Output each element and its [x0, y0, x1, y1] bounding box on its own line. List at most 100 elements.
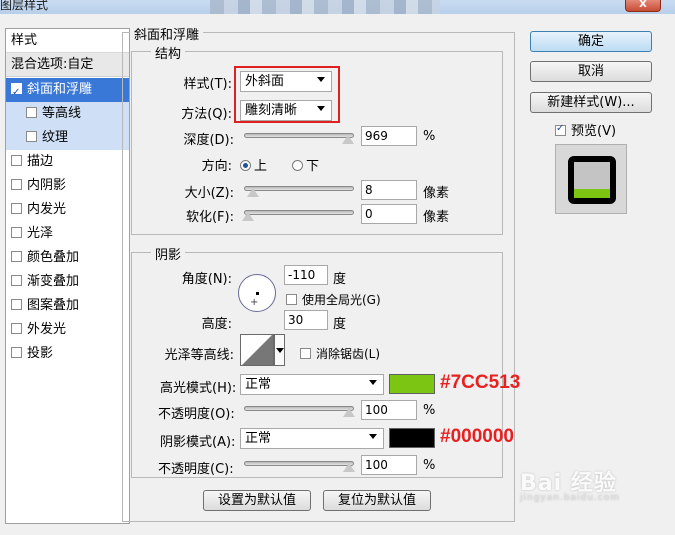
style-preview — [555, 144, 627, 214]
opacity2-label: 不透明度(C): — [158, 462, 234, 477]
depth-slider[interactable] — [244, 133, 354, 138]
style-list: 样式 混合选项:自定 斜面和浮雕 等高线 纹理 描边 内阴影 内发光 光泽 颜色… — [5, 28, 130, 524]
style-item-pattern-overlay[interactable]: 图案叠加 — [6, 294, 129, 318]
depth-slider-thumb[interactable] — [342, 135, 354, 144]
highlight-mode-select[interactable]: 正常 — [240, 374, 384, 395]
shadow-opacity-input[interactable]: 100 — [361, 455, 417, 475]
shadow-color-annotation: #000000 — [440, 426, 514, 447]
outer-glow-checkbox[interactable] — [11, 323, 22, 334]
shadow-opacity-slider[interactable] — [244, 461, 354, 466]
cancel-button[interactable]: 取消 — [530, 61, 652, 82]
global-light-checkbox[interactable] — [286, 294, 297, 305]
watermark-url: jingyan.baidu.com — [520, 493, 621, 503]
style-item-label: 渐变叠加 — [27, 274, 80, 289]
gloss-contour-preview[interactable] — [240, 334, 274, 366]
size-slider[interactable] — [244, 186, 354, 191]
obscured-region — [210, 0, 440, 14]
ok-button[interactable]: 确定 — [530, 31, 652, 52]
stroke-checkbox[interactable] — [11, 155, 22, 166]
direction-up-radio[interactable] — [240, 160, 251, 171]
soften-label: 软化(F): — [185, 210, 234, 225]
style-item-label: 斜面和浮雕 — [27, 82, 93, 97]
preview-checkbox[interactable] — [555, 123, 566, 136]
close-button[interactable]: X — [625, 0, 661, 12]
title-bar: 图层样式 X — [0, 0, 675, 14]
style-item-stroke[interactable]: 描边 — [6, 150, 129, 174]
preview-option[interactable]: 预览(V) — [555, 120, 616, 139]
style-item-inner-shadow[interactable]: 内阴影 — [6, 174, 129, 198]
style-item-texture[interactable]: 纹理 — [6, 126, 129, 150]
angle-dial-dot — [256, 292, 259, 295]
shadow-opacity-unit: % — [423, 458, 436, 473]
gloss-contour-label: 光泽等高线: — [164, 348, 234, 363]
size-input[interactable]: 8 — [361, 180, 417, 200]
style-item-bevel[interactable]: 斜面和浮雕 — [6, 78, 129, 105]
highlight-color-swatch[interactable] — [389, 374, 435, 394]
reset-default-button[interactable]: 复位为默认值 — [323, 490, 431, 511]
angle-unit: 度 — [333, 272, 347, 287]
direction-down-option[interactable]: 下 — [292, 155, 319, 174]
highlight-opacity-thumb[interactable] — [343, 408, 355, 417]
preview-highlight — [574, 189, 610, 198]
style-item-contour[interactable]: 等高线 — [6, 102, 129, 126]
direction-label: 方向: — [201, 159, 232, 174]
style-item-inner-glow[interactable]: 内发光 — [6, 198, 129, 222]
style-item-outer-glow[interactable]: 外发光 — [6, 318, 129, 342]
style-item-label: 内发光 — [27, 202, 67, 217]
bevel-panel-title: 斜面和浮雕 — [130, 24, 204, 43]
shadow-mode-value: 正常 — [245, 431, 272, 446]
gradient-overlay-checkbox[interactable] — [11, 275, 22, 286]
anti-alias-checkbox[interactable] — [300, 348, 311, 359]
soften-input[interactable]: 0 — [361, 204, 417, 224]
style-item-label: 纹理 — [42, 130, 69, 145]
technique-label: 方法(Q): — [181, 107, 232, 122]
shadow-mode-label: 阴影模式(A): — [160, 435, 236, 450]
bevel-checkbox[interactable] — [11, 81, 22, 105]
shadow-color-swatch[interactable] — [389, 428, 435, 448]
global-light-option[interactable]: 使用全局光(G) — [286, 291, 381, 308]
altitude-unit: 度 — [333, 317, 347, 332]
color-overlay-checkbox[interactable] — [11, 251, 22, 262]
soften-slider[interactable] — [244, 210, 354, 215]
anti-alias-option[interactable]: 消除锯齿(L) — [300, 345, 380, 362]
shadow-opacity-thumb[interactable] — [343, 463, 355, 472]
style-item-gradient-overlay[interactable]: 渐变叠加 — [6, 270, 129, 294]
style-item-drop-shadow[interactable]: 投影 — [6, 342, 129, 366]
style-item-label: 颜色叠加 — [27, 250, 80, 265]
depth-label: 深度(D): — [183, 133, 234, 148]
angle-dial[interactable]: + — [238, 274, 276, 312]
contour-checkbox[interactable] — [26, 107, 37, 118]
angle-input[interactable]: -110 — [284, 265, 328, 285]
pattern-overlay-checkbox[interactable] — [11, 299, 22, 310]
size-slider-thumb[interactable] — [247, 188, 259, 197]
soften-unit: 像素 — [423, 210, 450, 225]
highlight-opacity-input[interactable]: 100 — [361, 400, 417, 420]
angle-label: 角度(N): — [181, 272, 232, 287]
depth-input[interactable]: 969 — [361, 126, 417, 146]
shadow-mode-select[interactable]: 正常 — [240, 428, 384, 449]
opacity1-label: 不透明度(O): — [158, 407, 235, 422]
anti-alias-label: 消除锯齿(L) — [316, 347, 381, 361]
texture-checkbox[interactable] — [26, 131, 37, 142]
highlight-opacity-slider[interactable] — [244, 406, 354, 411]
make-default-button[interactable]: 设置为默认值 — [203, 490, 311, 511]
preview-shape — [568, 156, 616, 204]
new-style-button[interactable]: 新建样式(W)... — [530, 92, 652, 113]
gloss-contour-dropdown[interactable] — [274, 334, 285, 366]
highlight-opacity-unit: % — [423, 403, 436, 418]
inner-glow-checkbox[interactable] — [11, 203, 22, 214]
inner-shadow-checkbox[interactable] — [11, 179, 22, 190]
direction-down-radio[interactable] — [292, 160, 303, 171]
drop-shadow-checkbox[interactable] — [11, 347, 22, 358]
blending-options-item[interactable]: 混合选项:自定 — [6, 53, 129, 77]
size-unit: 像素 — [423, 186, 450, 201]
style-item-label: 描边 — [27, 154, 54, 169]
direction-up-label: 上 — [254, 159, 268, 174]
satin-checkbox[interactable] — [11, 227, 22, 238]
soften-slider-thumb[interactable] — [242, 212, 254, 221]
direction-up-option[interactable]: 上 — [240, 155, 267, 174]
style-item-color-overlay[interactable]: 颜色叠加 — [6, 246, 129, 270]
altitude-input[interactable]: 30 — [284, 310, 328, 330]
style-item-satin[interactable]: 光泽 — [6, 222, 129, 246]
window-title: 图层样式 — [0, 0, 49, 12]
